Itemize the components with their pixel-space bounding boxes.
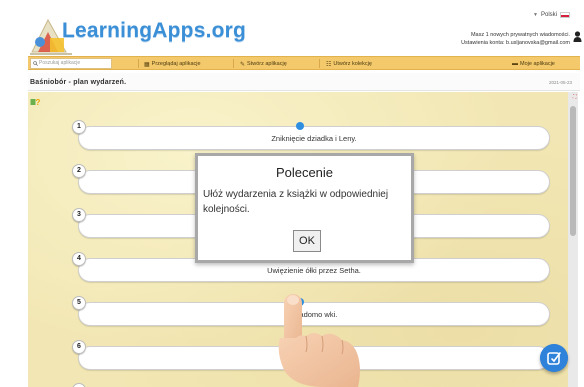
svg-text:?: ?	[36, 98, 41, 107]
item-number-badge	[72, 383, 86, 387]
item-number-badge: 4	[72, 252, 86, 266]
create-collection-label: Utwórz kolekcję	[333, 61, 372, 67]
create-app-label: Stwórz aplikację	[247, 61, 287, 67]
chevron-down-icon: ▼	[533, 12, 538, 18]
nav-divider	[233, 59, 234, 68]
app-title: Baśniobór - plan wydarzeń.	[30, 79, 127, 86]
instruction-dialog: Polecenie Ułóż wydarzenia z książki w od…	[195, 153, 414, 263]
folder-icon: ▬	[512, 61, 518, 67]
search-placeholder: Poszukaj aplikacje	[39, 60, 81, 66]
create-collection-link[interactable]: ☷ Utwórz kolekcję	[326, 59, 372, 69]
search-icon	[33, 61, 38, 66]
grid-icon: ▦	[144, 61, 150, 68]
my-apps-label: Moje aplikacje	[520, 61, 555, 67]
user-icon[interactable]	[573, 31, 582, 43]
nav-divider	[138, 59, 139, 68]
item-text: Uwięzienie ółki przez Setha.	[267, 266, 361, 275]
help-icon[interactable]: ?	[30, 97, 41, 107]
item-number-badge: 5	[72, 296, 86, 310]
dialog-title: Polecenie	[275, 165, 334, 180]
connector-dot[interactable]	[296, 122, 304, 130]
dialog-text: Ułóż wydarzenia z książki w odpowiedniej…	[203, 189, 389, 215]
nav-bar: Poszukaj aplikacje ▦ Przeglądaj aplikacj…	[28, 56, 580, 70]
item-text: Zniknięcie dziadka i Leny.	[271, 134, 357, 143]
ok-button[interactable]: OK	[293, 230, 321, 252]
browse-apps-label: Przeglądaj aplikacje	[151, 61, 201, 67]
create-app-link[interactable]: ✎ Stwórz aplikację	[240, 59, 287, 69]
browse-apps-link[interactable]: ▦ Przeglądaj aplikacje	[144, 59, 201, 69]
app-title-bar: Baśniobór - plan wydarzeń. 2021-05-23	[28, 73, 580, 91]
language-selector[interactable]: ▼ Polski	[533, 12, 570, 18]
pencil-icon: ✎	[240, 61, 246, 68]
item-number-badge: 6	[72, 340, 86, 354]
collection-icon: ☷	[326, 61, 332, 68]
pointing-hand-icon	[278, 294, 360, 387]
logo-text[interactable]: LearningApps.org	[62, 19, 246, 43]
header: LearningApps.org ▼ Polski Masz 1 nowych …	[0, 0, 584, 56]
messages-link[interactable]: Masz 1 nowych prywatnych wiadomości.	[461, 31, 570, 39]
nav-divider	[319, 59, 320, 68]
flag-icon	[560, 12, 570, 18]
list-item[interactable]: Zniknięcie dziadka i Leny.	[78, 126, 550, 150]
item-number-badge: 1	[72, 120, 86, 134]
item-number-badge: 3	[72, 208, 86, 222]
account-settings-link[interactable]: Ustawienia konta: b.usljanovska@gmail.co…	[461, 39, 570, 47]
language-label: Polski	[540, 12, 557, 18]
scrollbar-thumb[interactable]	[570, 106, 576, 236]
account-info: Masz 1 nowych prywatnych wiadomości. Ust…	[461, 31, 570, 47]
my-apps-link[interactable]: ▬ Moje aplikacje	[512, 59, 555, 69]
edit-fab-button[interactable]	[540, 344, 568, 372]
search-input[interactable]: Poszukaj aplikacje	[30, 58, 112, 69]
app-date: 2021-05-23	[548, 80, 572, 85]
item-number-badge: 2	[72, 164, 86, 178]
fullscreen-icon[interactable]: ⛶	[573, 94, 577, 100]
